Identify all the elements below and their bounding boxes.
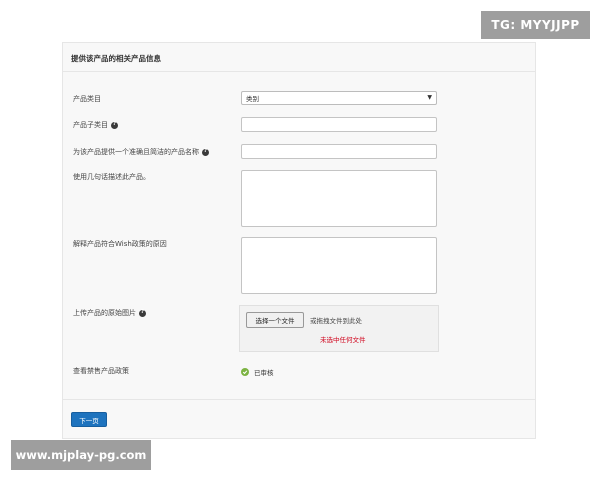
policy-status: 已审核	[241, 367, 274, 377]
footer-divider	[63, 399, 535, 400]
choose-file-button[interactable]: 选择一个文件	[246, 312, 304, 328]
product-name-label: 为该产品提供一个准确且简洁的产品名称 ?	[73, 148, 209, 156]
drop-hint: 或拖拽文件到此处	[310, 317, 362, 325]
check-circle-icon	[241, 368, 249, 376]
policy-label: 查看禁售产品政策	[73, 367, 129, 375]
next-page-button[interactable]: 下一页	[71, 412, 107, 427]
help-icon[interactable]: ?	[111, 121, 118, 129]
upload-label: 上传产品的原始图片 ?	[73, 309, 146, 317]
subcategory-label: 产品子类目 ?	[73, 121, 118, 129]
header-divider	[63, 71, 535, 72]
product-info-form: 提供该产品的相关产品信息 产品类目 类别 ▼ 产品子类目 ? 为该产品提供一个准…	[62, 42, 536, 439]
no-file-message: 未选中任何文件	[320, 336, 366, 344]
category-select[interactable]: 类别 ▼	[241, 91, 437, 105]
watermark-bottom: www.mjplay-pg.com	[11, 440, 151, 470]
form-title: 提供该产品的相关产品信息	[71, 54, 161, 63]
description-textarea[interactable]	[241, 170, 437, 227]
subcategory-input[interactable]	[241, 117, 437, 132]
category-selected-value: 类别	[246, 95, 259, 103]
dropdown-arrow-icon: ▼	[427, 94, 432, 101]
watermark-top: TG: MYYJJPP	[481, 11, 590, 39]
compliance-reason-label: 解释产品符合Wish政策的原因	[73, 240, 167, 248]
compliance-reason-textarea[interactable]	[241, 237, 437, 294]
product-name-input[interactable]	[241, 144, 437, 159]
category-label: 产品类目	[73, 95, 101, 103]
help-icon[interactable]: ?	[139, 309, 146, 317]
help-icon[interactable]: ?	[202, 148, 209, 156]
upload-dropzone[interactable]: 选择一个文件 或拖拽文件到此处 未选中任何文件	[239, 305, 439, 352]
description-label: 使用几句话描述此产品。	[73, 173, 150, 181]
policy-status-text: 已审核	[254, 369, 274, 377]
